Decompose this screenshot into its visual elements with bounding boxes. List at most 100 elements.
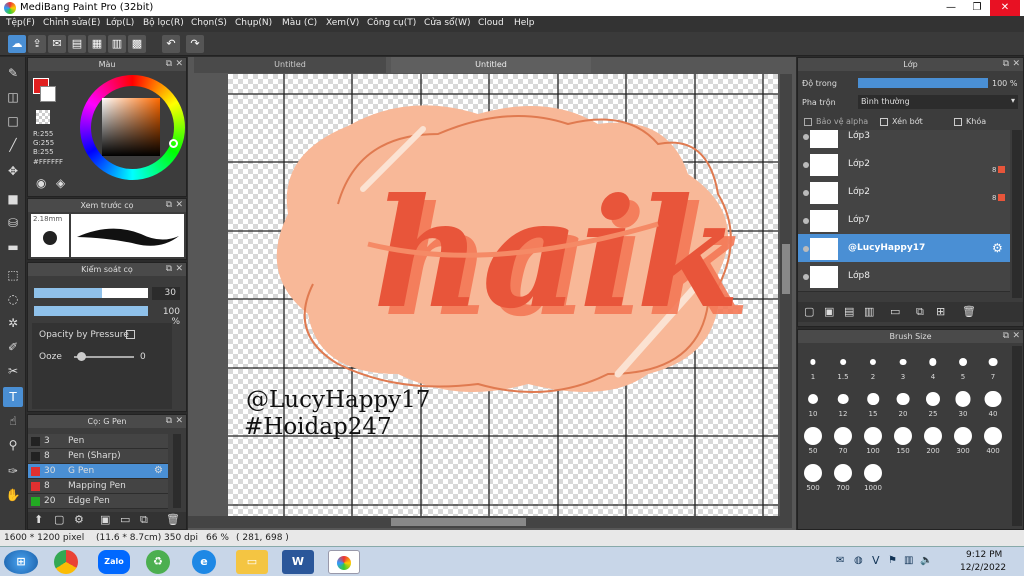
panel-detach-icon[interactable]: ⧉: [166, 58, 172, 71]
grid-layout-icon[interactable]: ▩: [128, 35, 146, 53]
brush-size-cell[interactable]: 200: [918, 420, 948, 457]
brush-size-cell[interactable]: 500: [798, 457, 828, 494]
brush-list-item[interactable]: 30 G Pen ⚙: [28, 464, 168, 479]
layer-list-scrollbar[interactable]: [1012, 130, 1022, 298]
minimize-button[interactable]: —: [938, 0, 964, 16]
blend-mode-select[interactable]: Bình thường ▾: [858, 95, 1018, 109]
color-swap-icon[interactable]: ◈: [56, 176, 65, 190]
brush-size-value[interactable]: 30: [152, 287, 180, 300]
internet-explorer-icon[interactable]: e: [192, 550, 216, 574]
transparent-swatch[interactable]: [36, 110, 50, 124]
panel-detach-icon[interactable]: ⧉: [1003, 330, 1009, 343]
menu-capture[interactable]: Chụp(N): [235, 18, 272, 28]
panel-close-icon[interactable]: ✕: [175, 415, 183, 428]
brush-size-cell[interactable]: 300: [948, 420, 978, 457]
dropper-tool-icon[interactable]: ⚲: [3, 435, 23, 455]
panel-close-icon[interactable]: ✕: [1012, 58, 1020, 71]
clock-date[interactable]: 12/2/2022: [960, 563, 1006, 573]
brush-size-cell[interactable]: 700: [828, 457, 858, 494]
panel-close-icon[interactable]: ✕: [175, 199, 183, 212]
hand-tool-icon[interactable]: ✋: [3, 485, 23, 505]
document-tab-2[interactable]: Untitled: [391, 57, 591, 73]
new-halftone-layer-icon[interactable]: ▣: [824, 305, 834, 318]
new-layer-icon[interactable]: ▢: [804, 305, 814, 318]
duplicate-brush-icon[interactable]: ▣: [100, 513, 110, 526]
move-tool-icon[interactable]: ✥: [3, 161, 23, 181]
tray-zalo-icon[interactable]: ◍: [854, 555, 863, 566]
export-icon[interactable]: ⇪: [28, 35, 46, 53]
menu-edit[interactable]: Chỉnh sửa(E): [43, 18, 100, 28]
chat-icon[interactable]: ✉: [48, 35, 66, 53]
layer-row[interactable]: Lớp3: [798, 130, 1010, 152]
visibility-eye-icon[interactable]: [803, 218, 809, 224]
brush-list-item[interactable]: 20 Edge Pen: [28, 494, 168, 509]
file-explorer-icon[interactable]: ▭: [236, 550, 268, 574]
tray-flag-icon[interactable]: ⚑: [888, 555, 897, 566]
panel-detach-icon[interactable]: ⧉: [166, 263, 172, 276]
panel-close-icon[interactable]: ✕: [1012, 330, 1020, 343]
panel-layout-icon[interactable]: ▥: [108, 35, 126, 53]
select-tool-icon[interactable]: ⬚: [3, 265, 23, 285]
layer-row[interactable]: Lớp8: [798, 262, 1010, 292]
brush-size-cell[interactable]: 30: [948, 383, 978, 420]
undo-icon[interactable]: ↶: [162, 35, 180, 53]
brush-size-cell[interactable]: 50: [798, 420, 828, 457]
menu-tools[interactable]: Công cụ(T): [367, 18, 416, 28]
brush-list-item[interactable]: 8 Pen (Sharp): [28, 449, 168, 464]
eraser-tool-icon[interactable]: ◫: [3, 87, 23, 107]
layer-folder-icon[interactable]: ▭: [890, 305, 900, 318]
panel-detach-icon[interactable]: ⧉: [1003, 58, 1009, 71]
vertical-scrollbar[interactable]: [780, 74, 792, 516]
layer-row[interactable]: Lớp2 8: [798, 150, 1010, 180]
brush-list-item[interactable]: 8 Mapping Pen: [28, 479, 168, 494]
layer-row[interactable]: Lớp2 8: [798, 178, 1010, 208]
bucket-tool-icon[interactable]: ⛁: [3, 213, 23, 233]
delete-layer-icon[interactable]: 🗑: [962, 305, 976, 318]
brush-size-cell[interactable]: 3: [888, 346, 918, 383]
drawing-canvas[interactable]: haik haik @LucyHappy17 #Hoidap247: [228, 74, 778, 516]
menu-cloud[interactable]: Cloud: [478, 18, 504, 28]
menu-layer[interactable]: Lớp(L): [106, 18, 134, 28]
horizontal-scroll-thumb[interactable]: [391, 518, 526, 526]
brush-size-slider[interactable]: [34, 288, 148, 298]
brush-size-scrollbar[interactable]: [1012, 346, 1022, 526]
duplicate-layer-icon[interactable]: ⧉: [916, 305, 924, 319]
tray-letter[interactable]: V: [872, 554, 880, 567]
close-button[interactable]: ✕: [990, 0, 1020, 16]
rectangle-tool-icon[interactable]: □: [3, 111, 23, 131]
add-brush-icon[interactable]: ⬆: [34, 513, 43, 526]
select-eraser-tool-icon[interactable]: ✂: [3, 361, 23, 381]
brush-opacity-slider[interactable]: [34, 306, 148, 316]
brush-size-cell[interactable]: 4: [918, 346, 948, 383]
tray-volume-icon[interactable]: 🔈: [920, 555, 932, 566]
brush-size-cell[interactable]: 20: [888, 383, 918, 420]
tray-network-icon[interactable]: ▥: [904, 555, 913, 566]
new-1bit-layer-icon[interactable]: ▤: [844, 305, 854, 318]
brush-settings-icon[interactable]: ⚙: [74, 513, 84, 526]
folder-icon[interactable]: ▭: [120, 513, 130, 526]
chrome-icon[interactable]: [54, 550, 78, 574]
palette-icon[interactable]: ◉: [36, 176, 46, 190]
medibang-taskbar-icon[interactable]: [328, 550, 360, 574]
lock-checkbox[interactable]: [954, 118, 962, 126]
gradient-tool-icon[interactable]: ▬: [3, 237, 23, 257]
operation-tool-icon[interactable]: ☝: [3, 411, 23, 431]
panel-close-icon[interactable]: ✕: [175, 58, 183, 71]
horizontal-scrollbar[interactable]: [188, 516, 792, 528]
brush-size-cell[interactable]: 1: [798, 346, 828, 383]
menu-color[interactable]: Màu (C): [282, 18, 317, 28]
brush-size-cell[interactable]: 1000: [858, 457, 888, 494]
brush-tool-icon[interactable]: ✎: [3, 63, 23, 83]
merge-layer-icon[interactable]: ⊞: [936, 305, 945, 318]
delete-brush-icon[interactable]: 🗑: [166, 513, 180, 526]
protect-alpha-checkbox[interactable]: [804, 118, 812, 126]
select-pen-tool-icon[interactable]: ✐: [3, 337, 23, 357]
layer-menu-icon[interactable]: ▥: [864, 305, 874, 318]
gear-icon[interactable]: ⚙: [154, 465, 163, 476]
start-button-icon[interactable]: ⊞: [4, 550, 38, 574]
brush-size-cell[interactable]: 100: [858, 420, 888, 457]
vertical-scroll-thumb[interactable]: [782, 244, 790, 294]
green-app-icon[interactable]: ♻: [146, 550, 170, 574]
saturation-value-square[interactable]: [102, 98, 160, 156]
ooze-handle[interactable]: [77, 352, 86, 361]
